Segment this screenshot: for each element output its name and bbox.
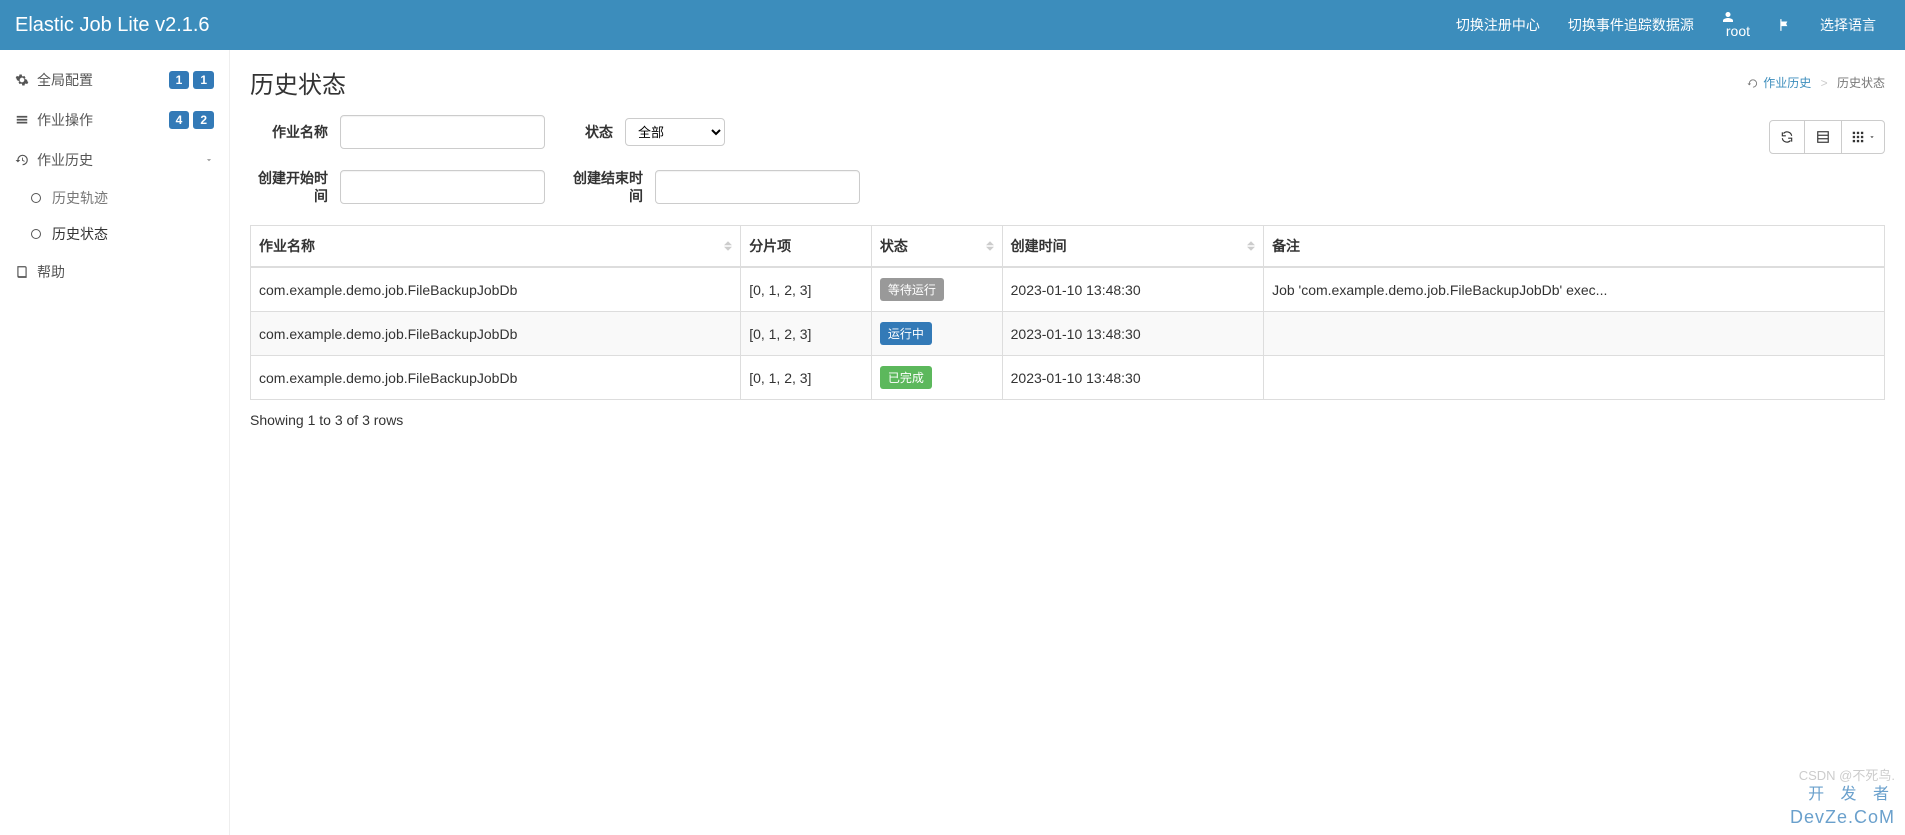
table-row[interactable]: com.example.demo.job.FileBackupJobDb[0, … bbox=[251, 267, 1885, 312]
sidebar-submenu-history: 历史轨迹 历史状态 bbox=[0, 180, 229, 252]
chevron-down-icon bbox=[204, 155, 214, 165]
sidebar-item-label: 历史轨迹 bbox=[52, 188, 108, 208]
cell-sharding: [0, 1, 2, 3] bbox=[741, 356, 872, 400]
create-end-input[interactable] bbox=[655, 170, 860, 204]
sidebar-item-history-trace[interactable]: 历史轨迹 bbox=[15, 180, 229, 216]
badges: 1 1 bbox=[169, 71, 214, 89]
table-body: com.example.demo.job.FileBackupJobDb[0, … bbox=[251, 267, 1885, 400]
badge: 1 bbox=[169, 71, 190, 89]
table-row[interactable]: com.example.demo.job.FileBackupJobDb[0, … bbox=[251, 356, 1885, 400]
history-table: 作业名称 分片项 状态 创建时间 备注 com.example.demo.job… bbox=[250, 225, 1885, 400]
cell-job-name: com.example.demo.job.FileBackupJobDb bbox=[251, 267, 741, 312]
badge: 2 bbox=[193, 111, 214, 129]
cell-status: 运行中 bbox=[871, 312, 1002, 356]
columns-button[interactable] bbox=[1841, 120, 1885, 154]
app-brand: Elastic Job Lite v2.1.6 bbox=[15, 14, 210, 37]
page-title: 历史状态 bbox=[250, 65, 346, 100]
caret-down-icon bbox=[1868, 133, 1876, 141]
badge: 4 bbox=[169, 111, 190, 129]
create-start-input[interactable] bbox=[340, 170, 545, 204]
cell-create-time: 2023-01-10 13:48:30 bbox=[1002, 267, 1263, 312]
filter-status: 状态 全部 bbox=[565, 118, 725, 146]
filter-create-start: 创建开始时间 bbox=[250, 169, 545, 205]
filter-label-job-name: 作业名称 bbox=[250, 123, 340, 141]
sidebar-item-label: 历史状态 bbox=[52, 224, 108, 244]
col-sharding[interactable]: 分片项 bbox=[741, 226, 872, 268]
filter-label-status: 状态 bbox=[565, 123, 625, 141]
status-badge: 已完成 bbox=[880, 366, 932, 389]
status-badge: 等待运行 bbox=[880, 278, 944, 301]
cell-status: 等待运行 bbox=[871, 267, 1002, 312]
table-header-row: 作业名称 分片项 状态 创建时间 备注 bbox=[251, 226, 1885, 268]
cell-job-name: com.example.demo.job.FileBackupJobDb bbox=[251, 312, 741, 356]
sidebar-item-label: 作业历史 bbox=[37, 150, 93, 170]
sidebar-item-job-ops[interactable]: 作业操作 4 2 bbox=[0, 100, 229, 140]
sidebar-item-global-config[interactable]: 全局配置 1 1 bbox=[0, 60, 229, 100]
badge: 1 bbox=[193, 71, 214, 89]
pagination-info: Showing 1 to 3 of 3 rows bbox=[250, 412, 1885, 428]
card-view-icon bbox=[1816, 130, 1830, 144]
navbar-right: 切换注册中心 切换事件追踪数据源 root 选择语言 bbox=[1442, 0, 1890, 54]
cell-job-name: com.example.demo.job.FileBackupJobDb bbox=[251, 356, 741, 400]
col-job-name[interactable]: 作业名称 bbox=[251, 226, 741, 268]
user-icon bbox=[1722, 11, 1750, 23]
user-name: root bbox=[1726, 23, 1750, 39]
circle-icon bbox=[30, 228, 46, 240]
filter-bar-2: 创建开始时间 创建结束时间 bbox=[250, 169, 1885, 215]
filter-label-create-start: 创建开始时间 bbox=[250, 169, 340, 205]
breadcrumb-separator: > bbox=[1821, 76, 1828, 90]
sidebar-item-job-history[interactable]: 作业历史 bbox=[0, 140, 229, 180]
status-select[interactable]: 全部 bbox=[625, 118, 725, 146]
toggle-button[interactable] bbox=[1805, 120, 1841, 154]
cell-create-time: 2023-01-10 13:48:30 bbox=[1002, 312, 1263, 356]
cell-status: 已完成 bbox=[871, 356, 1002, 400]
filter-job-name: 作业名称 bbox=[250, 115, 545, 149]
badges: 4 2 bbox=[169, 111, 214, 129]
sidebar-item-label: 作业操作 bbox=[37, 110, 93, 130]
switch-trace-link[interactable]: 切换事件追踪数据源 bbox=[1554, 0, 1708, 50]
filter-create-end: 创建结束时间 bbox=[565, 169, 860, 205]
list-icon bbox=[15, 113, 31, 127]
user-menu[interactable]: root bbox=[1708, 0, 1764, 54]
breadcrumb-parent[interactable]: 作业历史 bbox=[1763, 76, 1811, 90]
cell-remark: Job 'com.example.demo.job.FileBackupJobD… bbox=[1264, 267, 1885, 312]
top-navbar: Elastic Job Lite v2.1.6 切换注册中心 切换事件追踪数据源… bbox=[0, 0, 1905, 50]
flag-link[interactable] bbox=[1764, 3, 1806, 47]
breadcrumb-current: 历史状态 bbox=[1837, 76, 1885, 90]
sidebar-item-label: 帮助 bbox=[37, 262, 65, 282]
status-badge: 运行中 bbox=[880, 322, 932, 345]
col-status[interactable]: 状态 bbox=[871, 226, 1002, 268]
table-toolbar bbox=[1769, 120, 1885, 154]
job-name-input[interactable] bbox=[340, 115, 545, 149]
sidebar-item-history-status[interactable]: 历史状态 bbox=[15, 216, 229, 252]
columns-icon bbox=[1851, 130, 1865, 144]
language-link[interactable]: 选择语言 bbox=[1806, 0, 1890, 50]
refresh-button[interactable] bbox=[1769, 120, 1805, 154]
book-icon bbox=[15, 265, 31, 279]
sidebar-item-help[interactable]: 帮助 bbox=[0, 252, 229, 292]
cell-sharding: [0, 1, 2, 3] bbox=[741, 312, 872, 356]
page-header: 历史状态 作业历史 > 历史状态 bbox=[250, 65, 1885, 100]
history-icon bbox=[15, 153, 31, 167]
circle-icon bbox=[30, 192, 46, 204]
col-remark[interactable]: 备注 bbox=[1264, 226, 1885, 268]
history-icon bbox=[1747, 78, 1758, 89]
sidebar-item-label: 全局配置 bbox=[37, 70, 93, 90]
cell-sharding: [0, 1, 2, 3] bbox=[741, 267, 872, 312]
table-row[interactable]: com.example.demo.job.FileBackupJobDb[0, … bbox=[251, 312, 1885, 356]
cogs-icon bbox=[15, 73, 31, 87]
flag-icon bbox=[1778, 18, 1792, 32]
cell-remark bbox=[1264, 312, 1885, 356]
sidebar: 全局配置 1 1 作业操作 4 2 作业历史 bbox=[0, 50, 230, 835]
breadcrumb: 作业历史 > 历史状态 bbox=[1747, 74, 1885, 91]
switch-registry-link[interactable]: 切换注册中心 bbox=[1442, 0, 1554, 50]
cell-remark bbox=[1264, 356, 1885, 400]
cell-create-time: 2023-01-10 13:48:30 bbox=[1002, 356, 1263, 400]
col-create-time[interactable]: 创建时间 bbox=[1002, 226, 1263, 268]
filter-label-create-end: 创建结束时间 bbox=[565, 169, 655, 205]
filter-bar: 作业名称 状态 全部 bbox=[250, 115, 1885, 159]
history-table-wrap: 作业名称 分片项 状态 创建时间 备注 com.example.demo.job… bbox=[250, 225, 1885, 400]
refresh-icon bbox=[1780, 130, 1794, 144]
main-content: 历史状态 作业历史 > 历史状态 作业名称 状态 全部 bbox=[230, 50, 1905, 835]
